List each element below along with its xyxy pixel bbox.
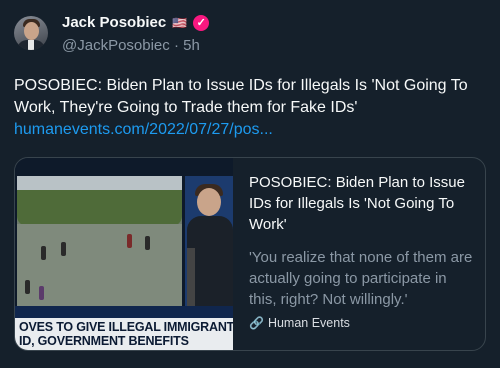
chyron-band — [15, 306, 233, 318]
us-flag-icon: 🇺🇸 — [172, 15, 188, 30]
card-thumbnail: OVES TO GIVE ILLEGAL IMMIGRANTS ID, GOVE… — [15, 158, 233, 350]
handle-row: @JackPosobiec · 5h — [62, 37, 200, 54]
card-source: 🔗 Human Events — [249, 316, 350, 330]
anchor-image — [185, 176, 233, 306]
author-name-row: Jack Posobiec 🇺🇸 ✓ — [62, 14, 210, 31]
link-icon: 🔗 — [249, 316, 264, 330]
handle[interactable]: @JackPosobiec — [62, 37, 170, 54]
card-source-label: Human Events — [267, 316, 350, 330]
chyron-line-2: ID, GOVERNMENT BENEFITS — [19, 334, 189, 348]
card-title[interactable]: POSOBIEC: Biden Plan to Issue IDs for Il… — [249, 172, 477, 235]
card-body: POSOBIEC: Biden Plan to Issue IDs for Il… — [249, 172, 477, 310]
tweet-text: POSOBIEC: Biden Plan to Issue IDs for Il… — [14, 77, 468, 116]
news-chyron: OVES TO GIVE ILLEGAL IMMIGRANTS ID, GOVE… — [15, 318, 233, 350]
tweet-link[interactable]: humanevents.com/2022/07/27/pos... — [14, 121, 273, 139]
avatar[interactable] — [14, 16, 48, 50]
timestamp[interactable]: 5h — [183, 37, 200, 54]
card-description: 'You realize that none of them are actua… — [249, 249, 473, 308]
separator: · — [173, 37, 179, 54]
verified-badge-icon: ✓ — [193, 14, 210, 31]
display-name[interactable]: Jack Posobiec — [62, 14, 166, 31]
link-preview-card[interactable]: OVES TO GIVE ILLEGAL IMMIGRANTS ID, GOVE… — [14, 157, 486, 351]
chyron-line-1: OVES TO GIVE ILLEGAL IMMIGRANTS — [19, 320, 233, 334]
river-scene-image — [17, 176, 182, 306]
